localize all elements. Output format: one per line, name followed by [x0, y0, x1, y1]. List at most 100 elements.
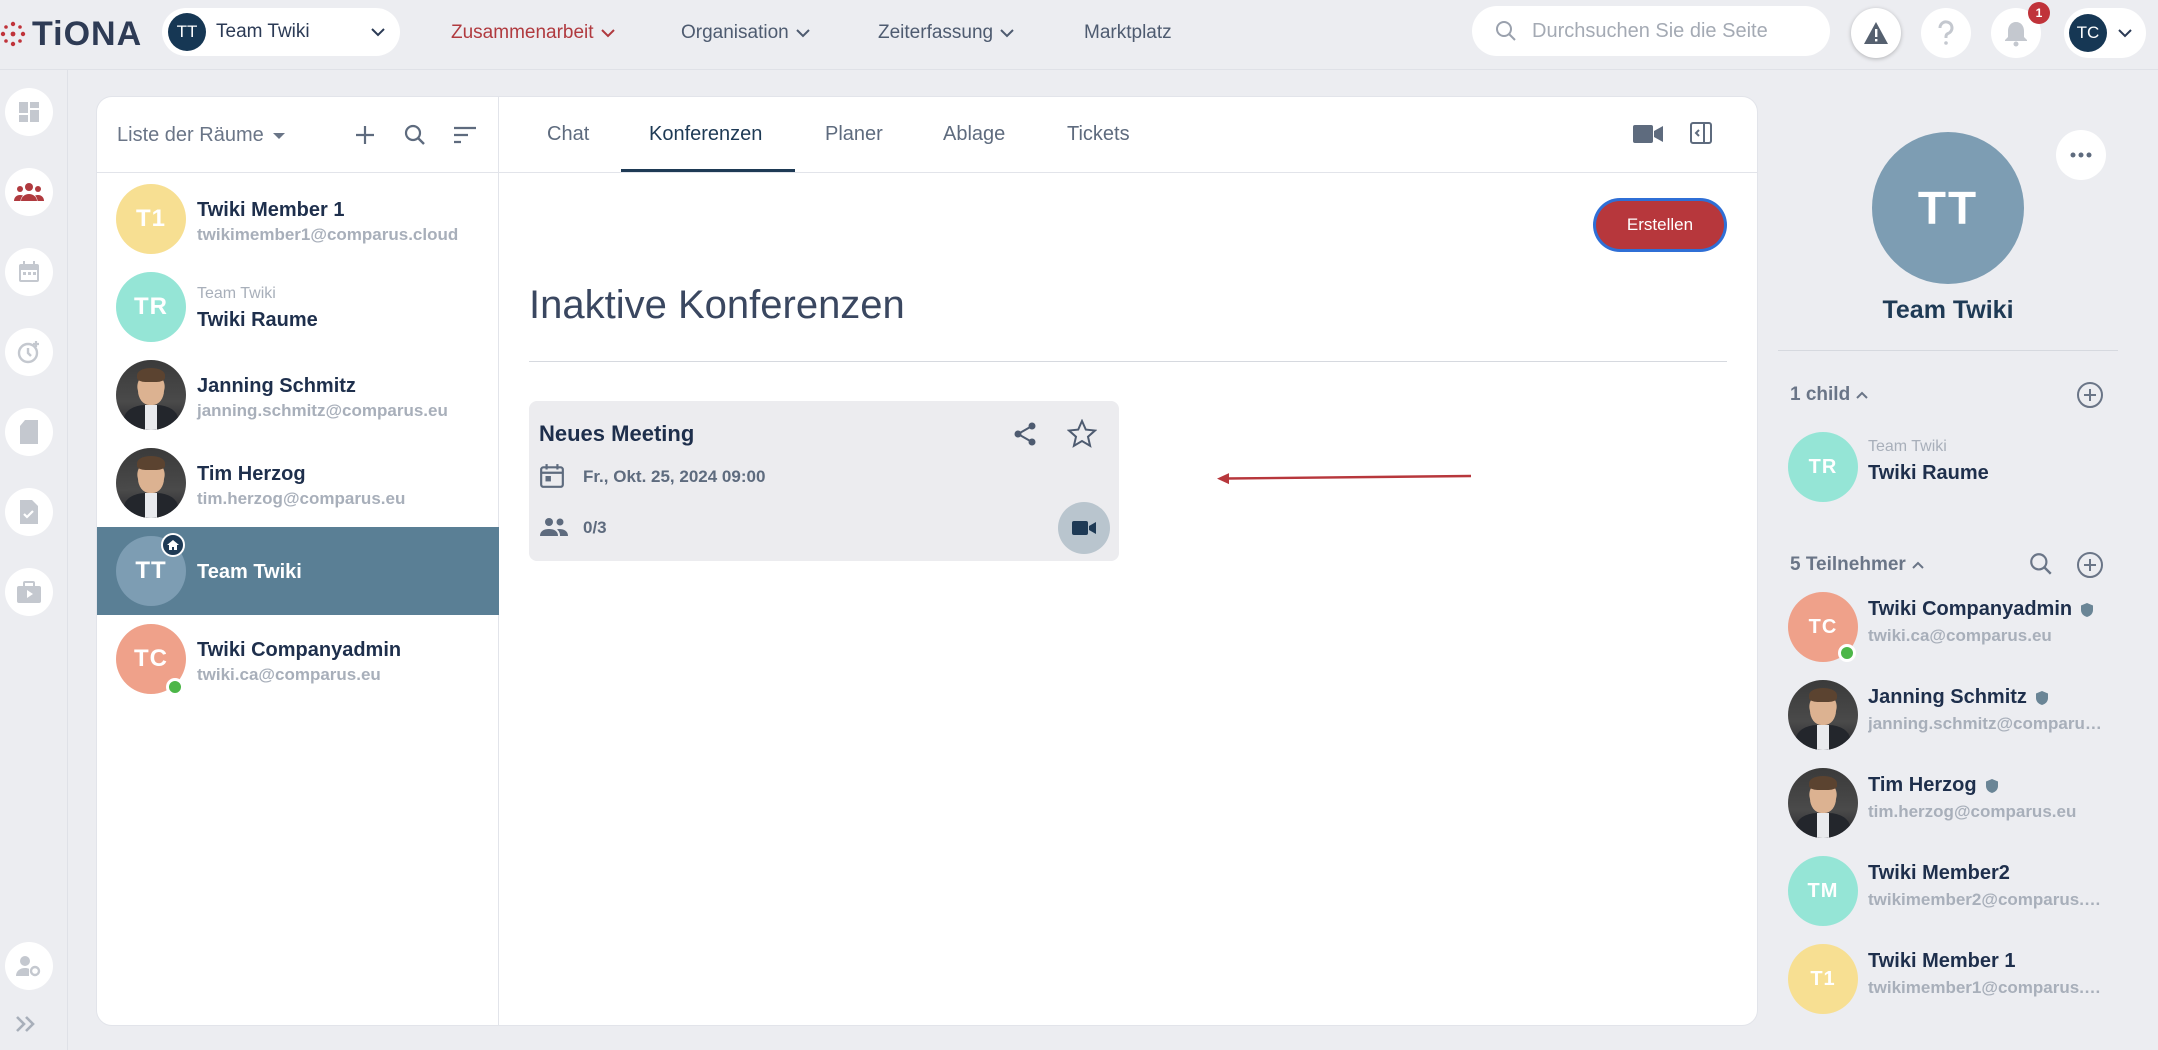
- room-list: Liste der Räume T1 Twiki Member 1 twikim…: [97, 97, 499, 1025]
- notification-badge: 1: [2028, 2, 2050, 24]
- tab-bar: Chat Konferenzen Planer Ablage Tickets: [499, 97, 1757, 173]
- room-details-panel: TT Team Twiki 1 child TR Team Twiki Twik…: [1758, 96, 2158, 1050]
- room-item[interactable]: T1 Twiki Member 1 twikimember1@comparus.…: [97, 175, 499, 263]
- member-name-text: Janning Schmitz: [1868, 686, 2027, 708]
- calendar-icon: [19, 261, 39, 282]
- tab-planer[interactable]: Planer: [825, 123, 883, 146]
- room-name: Twiki Member 1: [197, 199, 345, 221]
- nav-organisation[interactable]: Organisation: [681, 22, 811, 44]
- member-item[interactable]: TC Twiki Companyadmin twiki.ca@comparus.…: [1788, 592, 2138, 666]
- annotation-arrow: [1217, 473, 1472, 485]
- add-child-button[interactable]: [2076, 381, 2104, 409]
- room-name: Twiki Raume: [197, 309, 318, 331]
- member-name: Twiki Member2: [1868, 862, 2010, 885]
- chevron-down-icon: [2118, 29, 2132, 38]
- nav-zusammenarbeit[interactable]: Zusammenarbeit: [451, 22, 616, 44]
- divider: [1778, 350, 2118, 351]
- room-item[interactable]: TR Team Twiki Twiki Raume: [97, 263, 499, 351]
- more-options-button[interactable]: [2056, 130, 2106, 180]
- create-conference-button[interactable]: Erstellen: [1596, 201, 1724, 249]
- rail-calendar[interactable]: [5, 248, 53, 296]
- share-icon: [1014, 422, 1036, 446]
- favorite-button[interactable]: [1067, 419, 1097, 449]
- search-rooms-button[interactable]: [399, 119, 431, 151]
- user-menu[interactable]: TC: [2064, 8, 2146, 58]
- room-avatar: TT: [1872, 132, 2024, 284]
- nav-zeiterfassung[interactable]: Zeiterfassung: [878, 22, 1015, 44]
- members-section-toggle[interactable]: 5 Teilnehmer: [1790, 554, 1924, 576]
- nav-marktplatz[interactable]: Marktplatz: [1084, 22, 1172, 44]
- member-email: janning.schmitz@comparus.eu: [1868, 714, 2108, 733]
- room-item[interactable]: Tim Herzog tim.herzog@comparus.eu: [97, 439, 499, 527]
- double-chevron-right-icon: [16, 1016, 35, 1032]
- caret-down-icon: [272, 132, 285, 139]
- help-button[interactable]: [1921, 8, 1971, 58]
- tab-chat[interactable]: Chat: [547, 123, 589, 146]
- meeting-title: Neues Meeting: [539, 421, 695, 446]
- shield-icon: [2035, 690, 2048, 705]
- member-item[interactable]: Tim Herzog tim.herzog@comparus.eu: [1788, 768, 2138, 842]
- logo[interactable]: TiONA: [0, 12, 142, 56]
- room-item[interactable]: TC Twiki Companyadmin twiki.ca@comparus.…: [97, 615, 499, 703]
- video-call-button[interactable]: [1632, 123, 1664, 145]
- search-members-button[interactable]: [2028, 551, 2056, 579]
- join-video-button[interactable]: [1058, 502, 1110, 554]
- chevron-down-icon: [1000, 29, 1014, 38]
- video-camera-icon: [1072, 521, 1096, 535]
- member-email: twikimember2@comparus.cloud: [1868, 890, 2108, 909]
- search-input[interactable]: [1532, 19, 1812, 43]
- tab-konferenzen[interactable]: Konferenzen: [649, 123, 762, 146]
- team-select[interactable]: TT Team Twiki: [162, 8, 400, 56]
- sort-icon: [454, 126, 476, 144]
- toggle-side-panel-button[interactable]: [1689, 121, 1713, 145]
- child-section-toggle[interactable]: 1 child: [1790, 384, 1868, 406]
- share-button[interactable]: [1012, 421, 1038, 447]
- add-room-button[interactable]: [349, 119, 381, 151]
- plus-circle-icon: [2077, 382, 2103, 408]
- add-member-button[interactable]: [2076, 551, 2104, 579]
- room-list-title[interactable]: Liste der Räume: [117, 124, 286, 147]
- rail-collaboration[interactable]: [5, 168, 53, 216]
- rail-time-tracking[interactable]: [5, 328, 53, 376]
- tab-ablage[interactable]: Ablage: [943, 123, 1005, 146]
- chevron-up-icon: [1912, 561, 1924, 569]
- room-item-selected[interactable]: TT Team Twiki: [97, 527, 499, 615]
- avatar: T1: [1788, 944, 1858, 1014]
- shield-icon: [1985, 778, 1998, 793]
- rail-storage[interactable]: [5, 408, 53, 456]
- chevron-down-icon: [371, 28, 385, 37]
- room-name: Twiki Companyadmin: [197, 639, 402, 661]
- online-status-dot: [166, 678, 184, 696]
- chevron-down-icon: [796, 29, 810, 38]
- avatar: [1788, 768, 1858, 838]
- star-icon: [1067, 419, 1097, 448]
- room-email: twiki.ca@comparus.eu: [197, 665, 381, 684]
- avatar: [116, 448, 186, 518]
- warning-button[interactable]: [1851, 8, 1901, 58]
- rail-dashboard[interactable]: [5, 88, 53, 136]
- plus-circle-icon: [2077, 552, 2103, 578]
- child-room-item[interactable]: TR Team Twiki Twiki Raume: [1788, 432, 2138, 506]
- nav-label: Zusammenarbeit: [451, 22, 594, 43]
- logo-icon: [0, 21, 26, 47]
- meeting-card[interactable]: Neues Meeting Fr., Okt. 25, 2024 09:00 0…: [529, 401, 1119, 561]
- member-item[interactable]: Janning Schmitz janning.schmitz@comparus…: [1788, 680, 2138, 754]
- rail-user-settings[interactable]: [5, 942, 53, 990]
- tab-tickets[interactable]: Tickets: [1067, 123, 1130, 146]
- rail-marketplace[interactable]: [5, 568, 53, 616]
- expand-rail-button[interactable]: [14, 1014, 38, 1034]
- sort-rooms-button[interactable]: [449, 119, 481, 151]
- room-item[interactable]: Janning Schmitz janning.schmitz@comparus…: [97, 351, 499, 439]
- room-email: janning.schmitz@comparus.eu: [197, 401, 448, 420]
- avatar: [116, 360, 186, 430]
- logo-text: TiONA: [32, 14, 143, 53]
- search-box[interactable]: [1472, 6, 1830, 56]
- member-email: twikimember1@comparus.cloud: [1868, 978, 2108, 997]
- briefcase-play-icon: [17, 581, 41, 603]
- rail-tasks[interactable]: [5, 488, 53, 536]
- member-item[interactable]: TM Twiki Member2 twikimember2@comparus.c…: [1788, 856, 2138, 930]
- member-item[interactable]: T1 Twiki Member 1 twikimember1@comparus.…: [1788, 944, 2138, 1018]
- room-list-header: Liste der Räume: [97, 97, 498, 173]
- team-avatar: TT: [168, 13, 206, 51]
- avatar: TR: [1788, 432, 1858, 502]
